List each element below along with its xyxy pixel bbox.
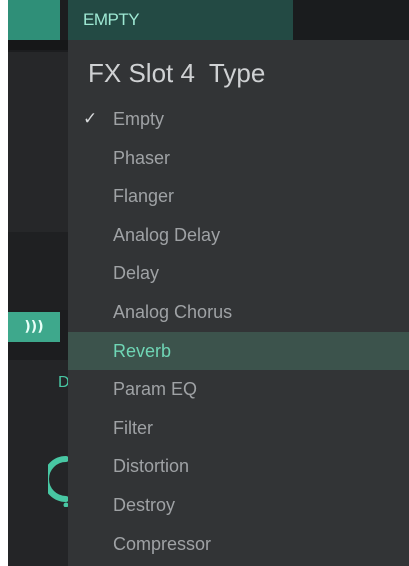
plugin-window: ))) D EMPTY FX Slot 4 Type ✓ Empty Phaser F…	[8, 0, 409, 566]
menu-list: ✓ Empty Phaser Flanger Analog Delay Delay Anal…	[68, 100, 409, 563]
background-panel-lower	[8, 232, 68, 310]
menu-item-param-eq[interactable]: Param EQ	[68, 370, 409, 409]
menu-item-label: Delay	[113, 263, 160, 284]
menu-item-label: Analog Delay	[113, 224, 221, 245]
background-tab[interactable]	[8, 0, 60, 40]
menu-item-destroy[interactable]: Destroy	[68, 486, 409, 525]
menu-item-reverb[interactable]: Reverb	[68, 331, 409, 371]
menu-item-label: Filter	[113, 417, 153, 438]
menu-item-label: Flanger	[113, 186, 175, 207]
sound-waves-icon: )))	[24, 319, 44, 335]
background-panel	[8, 52, 68, 232]
menu-item-label: Reverb	[113, 340, 172, 361]
menu-item-analog-chorus[interactable]: Analog Chorus	[68, 293, 409, 332]
menu-item-distortion[interactable]: Distortion	[68, 447, 409, 486]
menu-title: FX Slot 4 Type	[88, 58, 266, 88]
menu-item-filter[interactable]: Filter	[68, 409, 409, 448]
menu-item-flanger[interactable]: Flanger	[68, 177, 409, 216]
menu-item-label: Compressor	[113, 533, 212, 554]
menu-item-compressor[interactable]: Compressor	[68, 525, 409, 564]
fx-slot-header: EMPTY	[68, 0, 409, 40]
menu-item-analog-delay[interactable]: Analog Delay	[68, 216, 409, 255]
menu-item-label: Empty	[113, 109, 165, 129]
menu-item-label: Analog Chorus	[113, 301, 233, 322]
fx-type-dropdown-menu: FX Slot 4 Type ✓ Empty Phaser Flanger Analog…	[68, 40, 409, 566]
menu-item-label: Distortion	[113, 456, 190, 477]
menu-item-label: Param EQ	[113, 379, 198, 400]
menu-item-empty[interactable]: ✓ Empty	[68, 100, 409, 139]
menu-item-label: Destroy	[113, 494, 176, 515]
menu-item-delay[interactable]: Delay	[68, 254, 409, 293]
checkmark-icon: ✓	[83, 109, 98, 129]
fx-type-field[interactable]: EMPTY	[68, 0, 293, 40]
menu-item-phaser[interactable]: Phaser	[68, 139, 409, 178]
menu-item-label: Phaser	[113, 147, 171, 168]
sound-waves-button[interactable]: )))	[8, 312, 60, 342]
